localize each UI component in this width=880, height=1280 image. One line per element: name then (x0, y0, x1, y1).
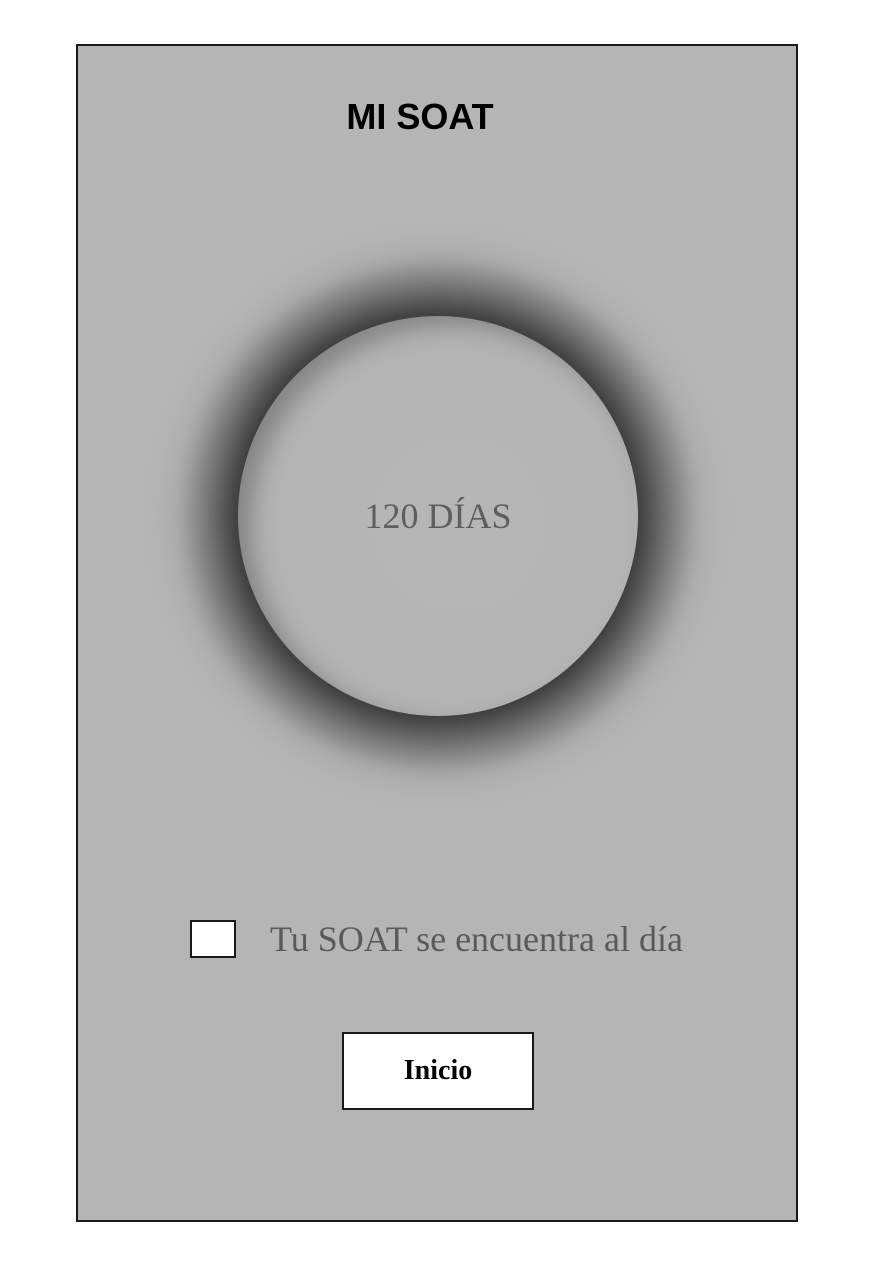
days-remaining-ring: 120 DÍAS (158, 236, 718, 796)
page-title: MI SOAT (346, 96, 494, 137)
days-remaining-label: 120 DÍAS (364, 496, 512, 536)
status-row: Tu SOAT se encuentra al día (190, 918, 683, 960)
app-screen: MI SOAT 120 DÍAS Tu SOAT se encuentra al… (76, 44, 798, 1222)
status-checkbox[interactable] (190, 920, 236, 958)
status-message: Tu SOAT se encuentra al día (270, 919, 683, 959)
home-button[interactable]: Inicio (342, 1032, 534, 1110)
